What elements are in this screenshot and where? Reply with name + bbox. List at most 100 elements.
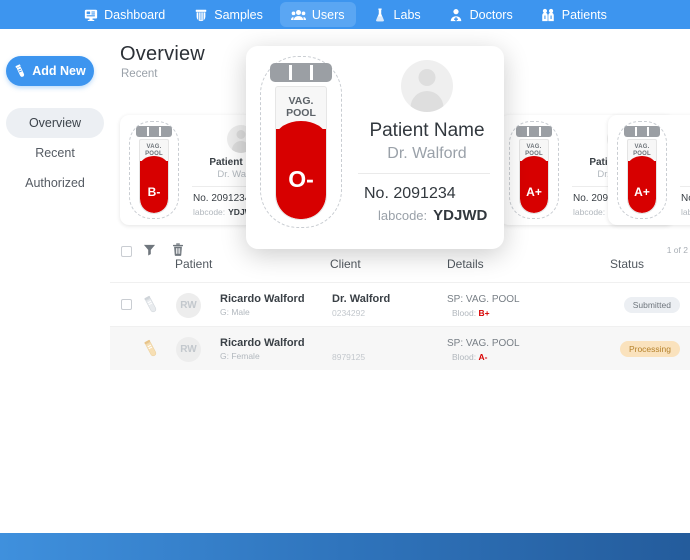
tube-dashed-outline: VAG. POOL B- (129, 121, 179, 219)
select-all-checkbox[interactable] (121, 246, 132, 257)
nav-item-label: Users (311, 7, 345, 22)
sidebar-item-label: Authorized (25, 176, 85, 190)
sample-number: No. 2091234 (681, 193, 690, 204)
sample-card[interactable]: VAG. POOL A+ Patient Name Dr. Walford No… (608, 115, 690, 225)
page-subtitle: Recent (121, 68, 158, 80)
avatar: RW (176, 293, 201, 318)
test-tube-icon (142, 339, 160, 364)
patient-name: Patient Name (676, 156, 690, 169)
blood-type-value: A+ (526, 185, 542, 199)
tube-body: VAG. POOL A+ (519, 139, 549, 214)
doctor-name: Dr. Walford (676, 169, 690, 181)
column-header-details: Details (447, 257, 484, 271)
samples-icon (193, 7, 208, 22)
add-new-button[interactable]: Add New (6, 56, 94, 86)
blood-tube-icon: VAG. POOL O- (270, 63, 332, 223)
blood-tube-icon: VAG. POOL B- (136, 126, 172, 216)
tube-dashed-outline: VAG. POOL A+ (509, 121, 559, 219)
nav-item-label: Doctors (469, 7, 513, 22)
blood-label: Blood: (452, 352, 477, 362)
table-body: RW Ricardo Walford G: Male Dr. Walford 0… (110, 282, 690, 370)
client-id: 0234292 (332, 308, 366, 318)
tube-body: VAG. POOL B- (139, 139, 169, 214)
blood-row: Blood: A- (452, 352, 487, 362)
nav-item-doctors[interactable]: Doctors (438, 2, 524, 27)
add-new-label: Add New (32, 64, 86, 78)
tube-sample-label: VAG. POOL (276, 95, 326, 119)
client-name: Dr. Walford (332, 293, 391, 305)
tube-cap (136, 126, 172, 137)
labcode-label: labcode: (193, 207, 226, 217)
column-header-client: Client (330, 257, 361, 271)
nav-item-label: Patients (561, 7, 607, 22)
table-row[interactable]: RW Ricardo Walford G: Male Dr. Walford 0… (110, 282, 690, 326)
tube-cap (270, 63, 332, 82)
modal-info: Patient Name Dr. Walford No. 2091234 lab… (350, 46, 504, 249)
client-id: 8979125 (332, 352, 366, 362)
blood-value: A- (478, 352, 488, 362)
patient-name: Ricardo Walford (220, 293, 305, 305)
sample-details: SP: VAG. POOL (447, 294, 520, 305)
sidebar-item-label: Recent (35, 146, 75, 160)
labs-icon (373, 7, 388, 22)
tube-cap (516, 126, 552, 137)
doctor-name: Dr. Walford (387, 145, 467, 162)
test-tube-icon (14, 63, 27, 79)
labcode-row: labcode:YDJWD (350, 205, 504, 226)
users-icon (290, 7, 306, 22)
sample-details: SP: VAG. POOL (447, 338, 520, 349)
tube-cap (624, 126, 660, 137)
blood-type-value: O- (288, 166, 314, 192)
sidebar-item-overview[interactable]: Overview (6, 108, 104, 138)
tube-sample-label-line1: VAG. (288, 95, 314, 107)
sample-card-tube-area: VAG. POOL A+ (608, 115, 676, 225)
nav-item-label: Labs (393, 7, 421, 22)
sidebar-item-authorized[interactable]: Authorized (0, 168, 110, 198)
sample-card-tube-area: VAG. POOL B- (120, 115, 188, 225)
patients-icon (541, 7, 556, 22)
sample-number: No. 2091234 (364, 185, 456, 202)
nav-item-users[interactable]: Users (279, 2, 356, 27)
nav-item-dashboard[interactable]: Dashboard (72, 2, 176, 27)
sidebar-menu: Overview Recent Authorized (0, 108, 110, 198)
status-badge: Processing (619, 341, 680, 357)
pagination-indicator: 1 of 2 (666, 245, 688, 255)
nav-item-samples[interactable]: Samples (182, 2, 274, 27)
tube-dashed-outline: VAG. POOL O- (260, 56, 342, 228)
sample-card-tube-area: VAG. POOL A+ (500, 115, 568, 225)
avatar (401, 60, 453, 112)
blood-value: B+ (478, 308, 490, 318)
column-header-patient: Patient (175, 257, 213, 271)
table-row[interactable]: RW Ricardo Walford G: Female 8979125 SP:… (110, 326, 690, 370)
nav-item-labs[interactable]: Labs (362, 2, 432, 27)
tube-sample-label-line2: POOL (286, 107, 316, 119)
sidebar-item-recent[interactable]: Recent (0, 138, 110, 168)
nav-item-label: Samples (214, 7, 263, 22)
sample-detail-modal[interactable]: VAG. POOL O- Patient Name Dr. Walford No… (246, 46, 504, 249)
patient-gender: G: Female (220, 351, 260, 361)
avatar-initials: RW (180, 300, 197, 311)
nav-item-label: Dashboard (104, 7, 166, 22)
tube-body: VAG. POOL A+ (627, 139, 657, 214)
patient-name: Patient Name (369, 120, 485, 141)
labcode-label: labcode: (681, 207, 690, 217)
sidebar: Add New Overview Recent Authorized (0, 29, 110, 560)
table-header: Patient Client Details Status (110, 257, 690, 282)
status-badge: Submitted (623, 297, 680, 313)
blood-type-value: A+ (634, 185, 650, 199)
nav-item-patients[interactable]: Patients (530, 2, 618, 27)
patient-name: Ricardo Walford (220, 337, 305, 349)
labcode-label: labcode: (573, 207, 606, 217)
footer-bar (0, 533, 690, 560)
labcode-label: labcode: (378, 208, 428, 223)
blood-tube-icon: VAG. POOL A+ (624, 126, 660, 216)
column-header-status: Status (610, 257, 645, 271)
blood-row: Blood: B+ (452, 308, 490, 318)
labcode-row: labcode:YDJWD (676, 206, 690, 219)
dashboard-icon (83, 7, 98, 22)
blood-type-value: B- (147, 185, 161, 199)
modal-tube-area: VAG. POOL O- (246, 46, 350, 249)
row-checkbox[interactable] (121, 299, 132, 310)
patient-gender: G: Male (220, 307, 250, 317)
avatar: RW (176, 337, 201, 362)
